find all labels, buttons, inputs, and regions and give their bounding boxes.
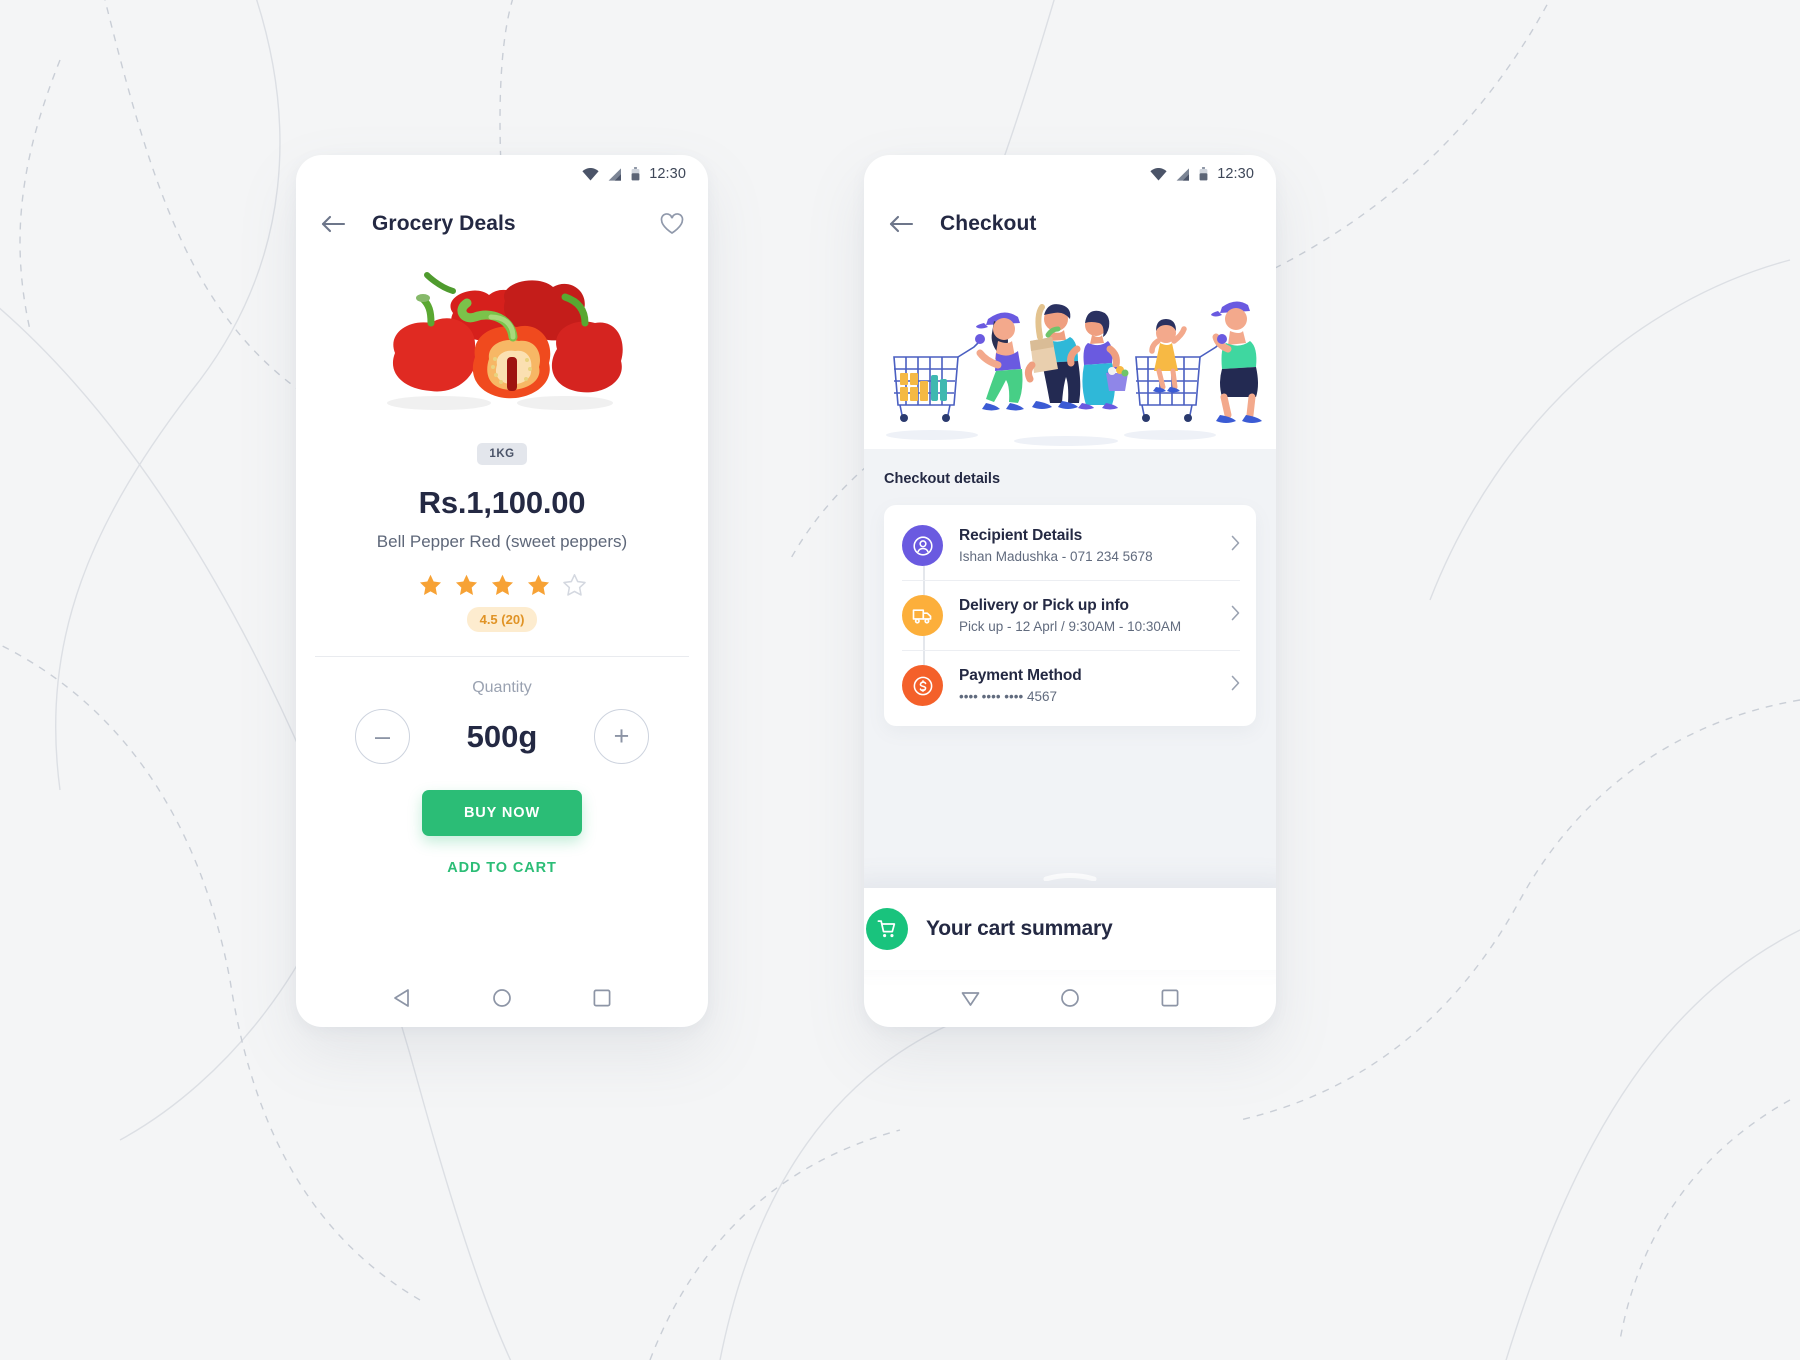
detail-row-recipient[interactable]: Recipient Details Ishan Madushka - 071 2… bbox=[902, 511, 1240, 580]
quantity-label: Quantity bbox=[472, 679, 532, 696]
drag-handle[interactable] bbox=[1043, 872, 1097, 881]
circle-icon[interactable] bbox=[492, 988, 512, 1008]
phone-checkout: 12:30 Checkout Checkout details Recipien… bbox=[864, 155, 1276, 1027]
rating-stars[interactable] bbox=[419, 574, 586, 596]
detail-texts: Delivery or Pick up info Pick up - 12 Ap… bbox=[959, 597, 1223, 634]
chevron-right-icon[interactable] bbox=[1231, 605, 1240, 626]
app-bar-product: Grocery Deals bbox=[296, 193, 708, 255]
quantity-decrement-button[interactable]: – bbox=[355, 709, 410, 764]
battery-icon bbox=[1199, 167, 1208, 181]
triangle-down-icon[interactable] bbox=[960, 988, 981, 1008]
detail-subtitle: Ishan Madushka - 071 234 5678 bbox=[959, 549, 1153, 564]
product-image bbox=[379, 261, 625, 423]
wifi-icon bbox=[1150, 167, 1167, 180]
app-bar-checkout: Checkout bbox=[864, 193, 1276, 255]
buy-now-button[interactable]: BUY NOW bbox=[422, 790, 582, 836]
user-circle-icon bbox=[902, 525, 943, 566]
checkout-details-card: Recipient Details Ishan Madushka - 071 2… bbox=[884, 505, 1256, 726]
star-filled-icon[interactable] bbox=[527, 574, 550, 596]
detail-title: Payment Method bbox=[959, 667, 1082, 684]
detail-subtitle: •••• •••• •••• 4567 bbox=[959, 689, 1058, 704]
android-nav-bar-product bbox=[296, 969, 708, 1027]
cart-summary-label: Your cart summary bbox=[926, 917, 1113, 940]
page-title: Checkout bbox=[940, 212, 1037, 235]
add-to-cart-button[interactable]: ADD TO CART bbox=[447, 860, 557, 876]
quantity-value: 500g bbox=[466, 718, 538, 754]
triangle-left-icon[interactable] bbox=[392, 988, 412, 1008]
product-body: 1KG Rs.1,100.00 Bell Pepper Red (sweet p… bbox=[296, 255, 708, 969]
chevron-right-icon[interactable] bbox=[1231, 535, 1240, 556]
detail-title: Recipient Details bbox=[959, 527, 1083, 544]
detail-texts: Payment Method •••• •••• •••• 4567 bbox=[959, 667, 1223, 704]
cart-summary-sheet[interactable]: Your cart summary bbox=[864, 888, 1276, 970]
weight-badge: 1KG bbox=[477, 443, 527, 465]
star-filled-icon[interactable] bbox=[455, 574, 478, 596]
chevron-right-icon[interactable] bbox=[1231, 675, 1240, 696]
detail-subtitle: Pick up - 12 Aprl / 9:30AM - 10:30AM bbox=[959, 619, 1182, 634]
phone-grocery-deals: 12:30 Grocery Deals 1KG Rs.1,100.00 Bell… bbox=[296, 155, 708, 1027]
detail-texts: Recipient Details Ishan Madushka - 071 2… bbox=[959, 527, 1223, 564]
dollar-coin-icon bbox=[902, 665, 943, 706]
plus-icon: + bbox=[613, 721, 630, 752]
square-icon[interactable] bbox=[592, 988, 612, 1008]
android-nav-bar-checkout bbox=[864, 969, 1276, 1027]
signal-icon bbox=[608, 167, 622, 181]
status-bar-checkout: 12:30 bbox=[864, 155, 1276, 193]
star-empty-icon[interactable] bbox=[562, 574, 586, 596]
status-time: 12:30 bbox=[649, 166, 686, 182]
quantity-stepper: – 500g + bbox=[355, 709, 649, 764]
arrow-left-icon[interactable] bbox=[320, 214, 346, 234]
star-filled-icon[interactable] bbox=[419, 574, 442, 596]
signal-icon bbox=[1176, 167, 1190, 181]
checkout-body: Checkout details Recipient Details Ishan… bbox=[864, 449, 1276, 970]
minus-icon: – bbox=[374, 721, 391, 752]
status-bar-product: 12:30 bbox=[296, 155, 708, 193]
section-divider bbox=[315, 656, 689, 657]
detail-row-payment[interactable]: Payment Method •••• •••• •••• 4567 bbox=[902, 650, 1240, 720]
delivery-truck-icon bbox=[902, 595, 943, 636]
rating-badge: 4.5 (20) bbox=[466, 607, 538, 632]
quantity-increment-button[interactable]: + bbox=[594, 709, 649, 764]
status-time: 12:30 bbox=[1217, 166, 1254, 182]
arrow-left-icon[interactable] bbox=[888, 214, 914, 234]
circle-icon[interactable] bbox=[1060, 988, 1080, 1008]
hero-illustration bbox=[864, 255, 1276, 449]
checkout-details-label: Checkout details bbox=[884, 471, 1001, 487]
detail-title: Delivery or Pick up info bbox=[959, 597, 1129, 614]
star-filled-icon[interactable] bbox=[491, 574, 514, 596]
shopping-cart-icon bbox=[866, 908, 908, 950]
battery-icon bbox=[631, 167, 640, 181]
product-name: Bell Pepper Red (sweet peppers) bbox=[376, 532, 628, 551]
heart-outline-icon[interactable] bbox=[660, 213, 684, 235]
product-price: Rs.1,100.00 bbox=[418, 485, 586, 520]
square-icon[interactable] bbox=[1160, 988, 1180, 1008]
detail-row-delivery[interactable]: Delivery or Pick up info Pick up - 12 Ap… bbox=[902, 580, 1240, 650]
wifi-icon bbox=[582, 167, 599, 180]
page-title: Grocery Deals bbox=[372, 212, 516, 235]
